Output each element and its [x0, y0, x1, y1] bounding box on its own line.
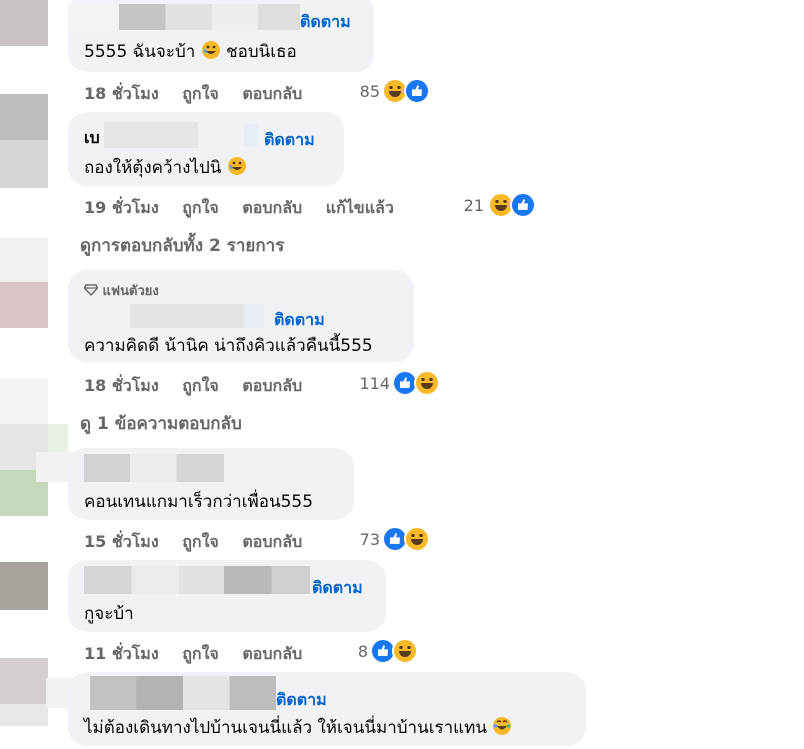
rofl-emoji-icon: [201, 41, 220, 59]
haha-icon: [414, 370, 440, 396]
comment-actions: 15 ชั่วโมง ถูกใจ ตอบกลับ: [84, 530, 302, 555]
avatar[interactable]: [0, 0, 48, 46]
reaction-count[interactable]: 85: [340, 82, 380, 101]
author-name-mask: [104, 122, 198, 148]
comment-text: ถองให้ตุ้งคว้างไปนิ: [84, 154, 247, 181]
comment-text: ไม่ต้องเดินทางไปบ้านเจนนี่แล้ว ให้เจนนี่…: [84, 714, 512, 741]
comment-text: 5555 ฉันจะบ้า ชอบนิเธอ: [84, 41, 297, 62]
like-icon: [510, 192, 536, 218]
timestamp[interactable]: 19 ชั่วโมง: [84, 198, 159, 217]
comment-bubble: ติดตาม ไม่ต้องเดินทางไปบ้านเจนนี่แล้ว ให…: [68, 672, 586, 746]
avatar[interactable]: [0, 238, 48, 328]
author-name[interactable]: เบ: [84, 126, 100, 151]
view-replies-link[interactable]: ดูการตอบกลับทั้ง 2 รายการ: [80, 232, 284, 259]
avatar[interactable]: [0, 658, 48, 726]
author-name-mask: [244, 124, 258, 146]
like-button[interactable]: ถูกใจ: [182, 532, 219, 551]
comment-actions: 18 ชั่วโมง ถูกใจ ตอบกลับ: [84, 374, 302, 399]
comment-text: คอนเทนแกมาเร็วกว่าเพื่อน555: [84, 492, 314, 512]
reaction-count[interactable]: 21: [444, 196, 484, 215]
comment-bubble: คอนเทนแกมาเร็วกว่าเพื่อน555: [68, 448, 354, 520]
like-button[interactable]: ถูกใจ: [182, 644, 219, 663]
author-name[interactable]: [90, 676, 276, 710]
follow-button[interactable]: ติดตาม: [312, 576, 363, 601]
like-button[interactable]: ถูกใจ: [182, 198, 219, 217]
reply-button[interactable]: ตอบกลับ: [242, 532, 302, 551]
view-replies-link[interactable]: ดู 1 ข้อความตอบกลับ: [80, 410, 242, 437]
comment-text: กูจะบ้า: [84, 604, 134, 624]
comment-bubble: ติดตาม กูจะบ้า: [68, 560, 386, 632]
reply-button[interactable]: ตอบกลับ: [242, 644, 302, 663]
reply-button[interactable]: ตอบกลับ: [242, 376, 302, 395]
comment-text: ความคิดดี น้านิค น่าถึงคิวแล้วคืนนี้555: [84, 336, 373, 356]
follow-button[interactable]: ติดตาม: [300, 10, 351, 35]
timestamp[interactable]: 11 ชั่วโมง: [84, 644, 159, 663]
timestamp[interactable]: 18 ชั่วโมง: [84, 376, 159, 395]
comment-bubble: เบ ติดตาม ถองให้ตุ้งคว้างไปนิ: [68, 112, 344, 186]
diamond-icon: [83, 284, 99, 297]
reaction-count[interactable]: 73: [340, 530, 380, 549]
comment-bubble: แฟนตัวยง ติดตาม ความคิดดี น้านิค น่าถึงค…: [68, 270, 414, 362]
author-name[interactable]: [130, 304, 260, 328]
like-icon: [404, 78, 430, 104]
comment-bubble: ติดตาม 5555 ฉันจะบ้า ชอบนิเธอ: [68, 0, 374, 72]
follow-button[interactable]: ติดตาม: [276, 688, 327, 713]
comment-actions: 19 ชั่วโมง ถูกใจ ตอบกลับ แก้ไขแล้ว: [84, 196, 394, 221]
author-name[interactable]: [84, 454, 224, 482]
comment-actions: 11 ชั่วโมง ถูกใจ ตอบกลับ: [84, 642, 302, 667]
reaction-count[interactable]: 8: [328, 642, 368, 661]
avatar[interactable]: [0, 94, 48, 188]
rofl-emoji-icon: [227, 157, 246, 175]
follow-button[interactable]: ติดตาม: [274, 308, 325, 333]
avatar[interactable]: [0, 378, 48, 516]
follow-button[interactable]: ติดตาม: [264, 128, 315, 153]
timestamp[interactable]: 15 ชั่วโมง: [84, 532, 159, 551]
haha-icon: [392, 638, 418, 664]
like-button[interactable]: ถูกใจ: [182, 84, 219, 103]
reaction-count[interactable]: 114: [350, 374, 390, 393]
reply-button[interactable]: ตอบกลับ: [242, 84, 302, 103]
haha-icon: [404, 526, 430, 552]
edited-label[interactable]: แก้ไขแล้ว: [326, 198, 394, 217]
comment-actions: 18 ชั่วโมง ถูกใจ ตอบกลับ: [84, 82, 302, 107]
avatar[interactable]: [0, 562, 48, 610]
reply-button[interactable]: ตอบกลับ: [242, 198, 302, 217]
author-name[interactable]: [68, 4, 300, 30]
author-name[interactable]: [84, 566, 310, 594]
joy-emoji-icon: [493, 717, 512, 735]
timestamp[interactable]: 18 ชั่วโมง: [84, 84, 159, 103]
like-button[interactable]: ถูกใจ: [182, 376, 219, 395]
author-name-mask: [244, 304, 264, 328]
top-fan-badge[interactable]: แฟนตัวยง: [83, 280, 159, 301]
